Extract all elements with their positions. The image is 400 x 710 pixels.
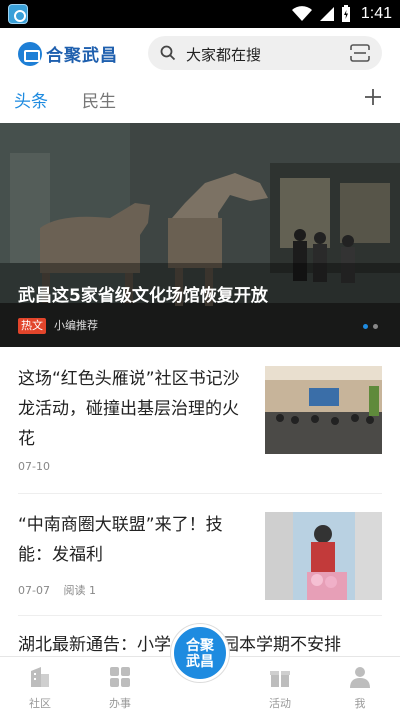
banner-title: 武昌这5家省级文化场馆恢复开放 [18,286,268,306]
news-date: 07-07 [18,584,50,597]
banner-image [0,123,400,347]
nav-activities[interactable]: 活动 [240,657,320,710]
news-reads: 阅读 1 [63,584,96,597]
news-item[interactable]: “中南商圈大联盟”来了！技能：发福利 07-07 阅读 1 [0,494,400,614]
wifi-icon [291,6,312,21]
banner-source: 小编推荐 [54,319,98,332]
news-title: “中南商圈大联盟”来了！技能：发福利 [18,515,223,565]
hot-tag: 热文 [18,318,46,334]
carousel-indicator [363,324,378,329]
signal-icon [319,7,334,21]
center-button-line1: 合聚 [186,638,214,654]
nav-community[interactable]: 社区 [0,657,80,710]
logo-text: 合聚武昌 [46,46,118,66]
nav-label: 办事 [109,697,131,710]
search-icon [160,45,176,61]
carousel-dot [363,324,368,329]
search-placeholder: 大家都在搜 [186,46,262,64]
nav-label: 社区 [29,697,51,710]
grid-icon [110,667,130,687]
gift-icon [270,671,290,687]
news-item[interactable]: 这场“红色头雁说”社区书记沙龙活动，碰撞出基层治理的火花 07-10 [0,348,400,492]
news-thumbnail [265,366,382,454]
app-logo[interactable]: 合聚武昌 [18,41,118,66]
tab-livelihood[interactable]: 民生 [82,87,116,112]
news-date: 07-10 [18,460,50,473]
center-home-button[interactable]: 合聚 武昌 [171,624,229,682]
clock: 1:41 [360,5,392,22]
nav-label: 活动 [269,697,291,710]
app-notification-icon [8,4,28,24]
tab-headlines[interactable]: 头条 [14,87,48,112]
status-icons: 1:41 [291,0,392,28]
nav-me[interactable]: 我 [320,657,400,710]
scan-icon[interactable] [350,44,370,62]
search-bar[interactable]: 大家都在搜 [148,36,382,70]
channel-tabs: 头条 民生 [0,78,400,122]
status-bar: 1:41 [0,0,400,28]
carousel-dot [373,324,378,329]
headline-banner[interactable]: 武昌这5家省级文化场馆恢复开放 热文 小编推荐 [0,123,400,347]
nav-label: 我 [354,697,366,710]
battery-icon [341,5,350,22]
building-icon [31,667,49,687]
nav-services[interactable]: 办事 [80,657,160,710]
center-button-line2: 武昌 [186,654,214,670]
app-header: 合聚武昌 大家都在搜 [0,28,400,78]
add-channel-icon[interactable] [364,88,382,106]
news-meta: 07-07 阅读 1 [18,582,96,598]
news-title: 这场“红色头雁说”社区书记沙龙活动，碰撞出基层治理的火花 [18,369,240,449]
person-icon [350,667,370,688]
news-thumbnail [265,512,382,600]
logo-icon [18,41,42,66]
